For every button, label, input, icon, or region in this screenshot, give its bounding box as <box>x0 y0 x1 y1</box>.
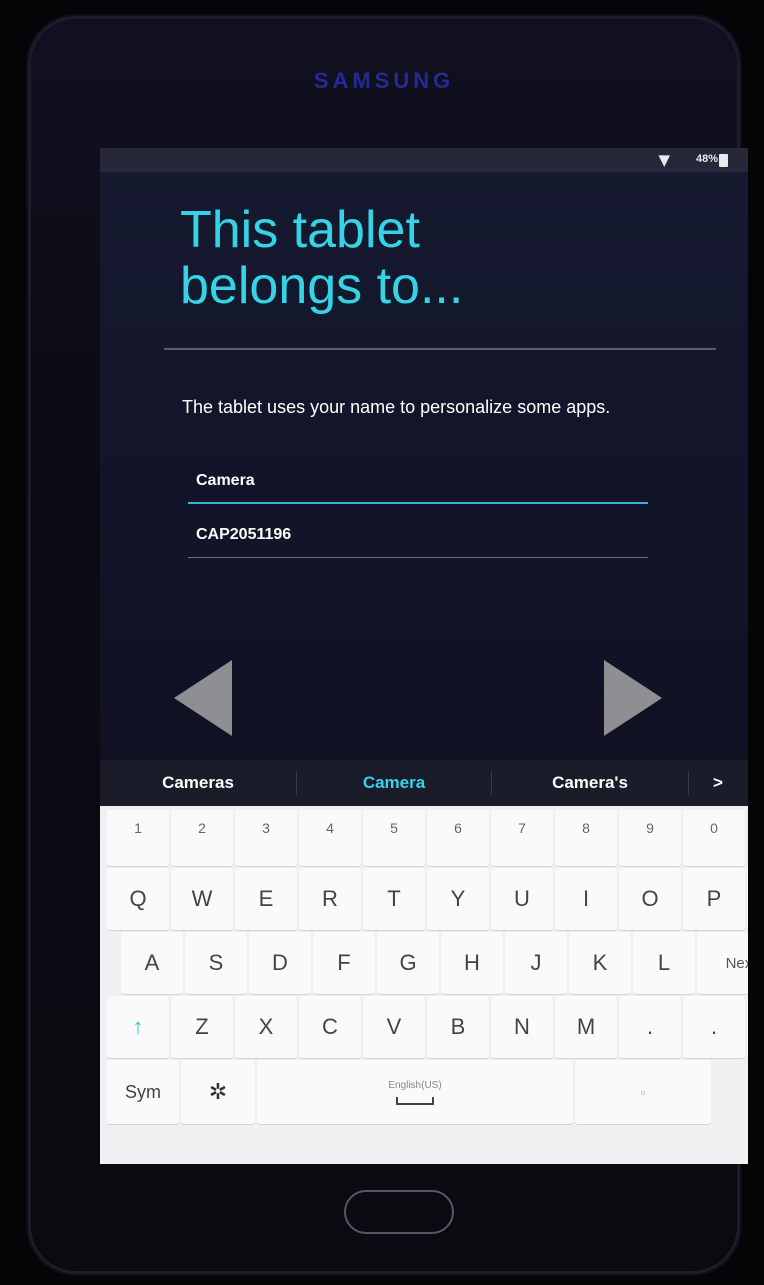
key-a[interactable]: A <box>121 932 183 994</box>
key-c[interactable]: C <box>299 996 361 1058</box>
shift-icon[interactable]: ↑ <box>107 996 169 1058</box>
key-period-2[interactable]: . <box>683 996 745 1058</box>
tablet-frame: SAMSUNG ▼ 48% This tablet belongs to... … <box>28 16 748 1274</box>
key-7[interactable]: 7 <box>491 810 553 866</box>
key-6[interactable]: 6 <box>427 810 489 866</box>
next-arrow-icon[interactable] <box>604 660 662 736</box>
key-q[interactable]: Q <box>107 868 169 930</box>
on-screen-keyboard: 1 2 3 4 5 6 7 8 9 0 Q W E R T Y U I O P … <box>100 806 748 1164</box>
space-bar[interactable]: English(US) <box>257 1060 573 1124</box>
suggestion-cameras[interactable]: Cameras <box>100 771 297 795</box>
sym-key[interactable]: Sym <box>107 1060 179 1124</box>
bottom-row: Sym ✲ English(US) ▫ <box>106 1060 712 1124</box>
key-4[interactable]: 4 <box>299 810 361 866</box>
key-period[interactable]: . <box>619 996 681 1058</box>
key-y[interactable]: Y <box>427 868 489 930</box>
key-f[interactable]: F <box>313 932 375 994</box>
key-i[interactable]: I <box>555 868 617 930</box>
battery-percentage: 48% <box>695 153 718 165</box>
page-title: This tablet belongs to... <box>180 202 700 314</box>
key-e[interactable]: E <box>235 868 297 930</box>
key-2[interactable]: 2 <box>171 810 233 866</box>
key-k[interactable]: K <box>569 932 631 994</box>
key-8[interactable]: 8 <box>555 810 617 866</box>
key-o[interactable]: O <box>619 868 681 930</box>
key-v[interactable]: V <box>363 996 425 1058</box>
key-3[interactable]: 3 <box>235 810 297 866</box>
key-d[interactable]: D <box>249 932 311 994</box>
description-text: The tablet uses your name to personalize… <box>182 397 611 417</box>
keyboard-option-key[interactable]: ▫ <box>575 1060 711 1124</box>
space-bar-icon <box>396 1096 434 1105</box>
key-0[interactable]: 0 <box>683 810 745 866</box>
key-9[interactable]: 9 <box>619 810 681 866</box>
key-s[interactable]: S <box>185 932 247 994</box>
space-language-label: English(US) <box>388 1079 442 1091</box>
back-arrow-icon[interactable] <box>174 660 232 736</box>
key-1[interactable]: 1 <box>107 810 169 866</box>
title-line-1: This tablet <box>180 201 420 259</box>
key-u[interactable]: U <box>491 868 553 930</box>
key-x[interactable]: X <box>235 996 297 1058</box>
suggestion-bar: Cameras Camera Camera's > <box>100 760 748 806</box>
title-divider <box>164 348 716 350</box>
suggestion-camera[interactable]: Camera <box>297 771 492 795</box>
key-z[interactable]: Z <box>171 996 233 1058</box>
backspace-icon[interactable]: ⌫ <box>747 868 748 930</box>
key-5[interactable]: 5 <box>363 810 425 866</box>
key-g[interactable]: G <box>377 932 439 994</box>
letter-row-3: ↑ Z X C V B N M . . ↑ <box>106 996 748 1058</box>
brand-logo: SAMSUNG <box>313 68 455 93</box>
letter-row-2: A S D F G H J K L Next <box>120 932 748 994</box>
suggestion-cameras-possessive[interactable]: Camera's <box>492 771 689 795</box>
key-h[interactable]: H <box>441 932 503 994</box>
key-b[interactable]: B <box>427 996 489 1058</box>
next-key[interactable]: Next <box>697 932 748 994</box>
screen: ▼ 48% This tablet belongs to... The tabl… <box>100 148 748 1164</box>
last-name-field[interactable]: CAP2051196 <box>188 520 648 558</box>
key-t[interactable]: T <box>363 868 425 930</box>
key-p[interactable]: P <box>683 868 745 930</box>
home-button[interactable] <box>344 1190 454 1234</box>
key-j[interactable]: J <box>505 932 567 994</box>
settings-gear-icon[interactable]: ✲ <box>181 1060 255 1124</box>
number-row: 1 2 3 4 5 6 7 8 9 0 <box>106 810 746 866</box>
wifi-icon: ▼ <box>658 151 670 169</box>
title-line-2: belongs to... <box>180 257 464 315</box>
status-bar: ▼ 48% <box>100 148 748 172</box>
key-w[interactable]: W <box>171 868 233 930</box>
first-name-field[interactable]: Camera <box>188 466 648 504</box>
key-l[interactable]: L <box>633 932 695 994</box>
letter-row-1: Q W E R T Y U I O P ⌫ <box>106 868 748 930</box>
shift-right-icon[interactable]: ↑ <box>747 996 748 1058</box>
key-m[interactable]: M <box>555 996 617 1058</box>
key-n[interactable]: N <box>491 996 553 1058</box>
key-r[interactable]: R <box>299 868 361 930</box>
battery-icon <box>719 154 728 167</box>
more-suggestions-button[interactable]: > <box>689 771 747 795</box>
